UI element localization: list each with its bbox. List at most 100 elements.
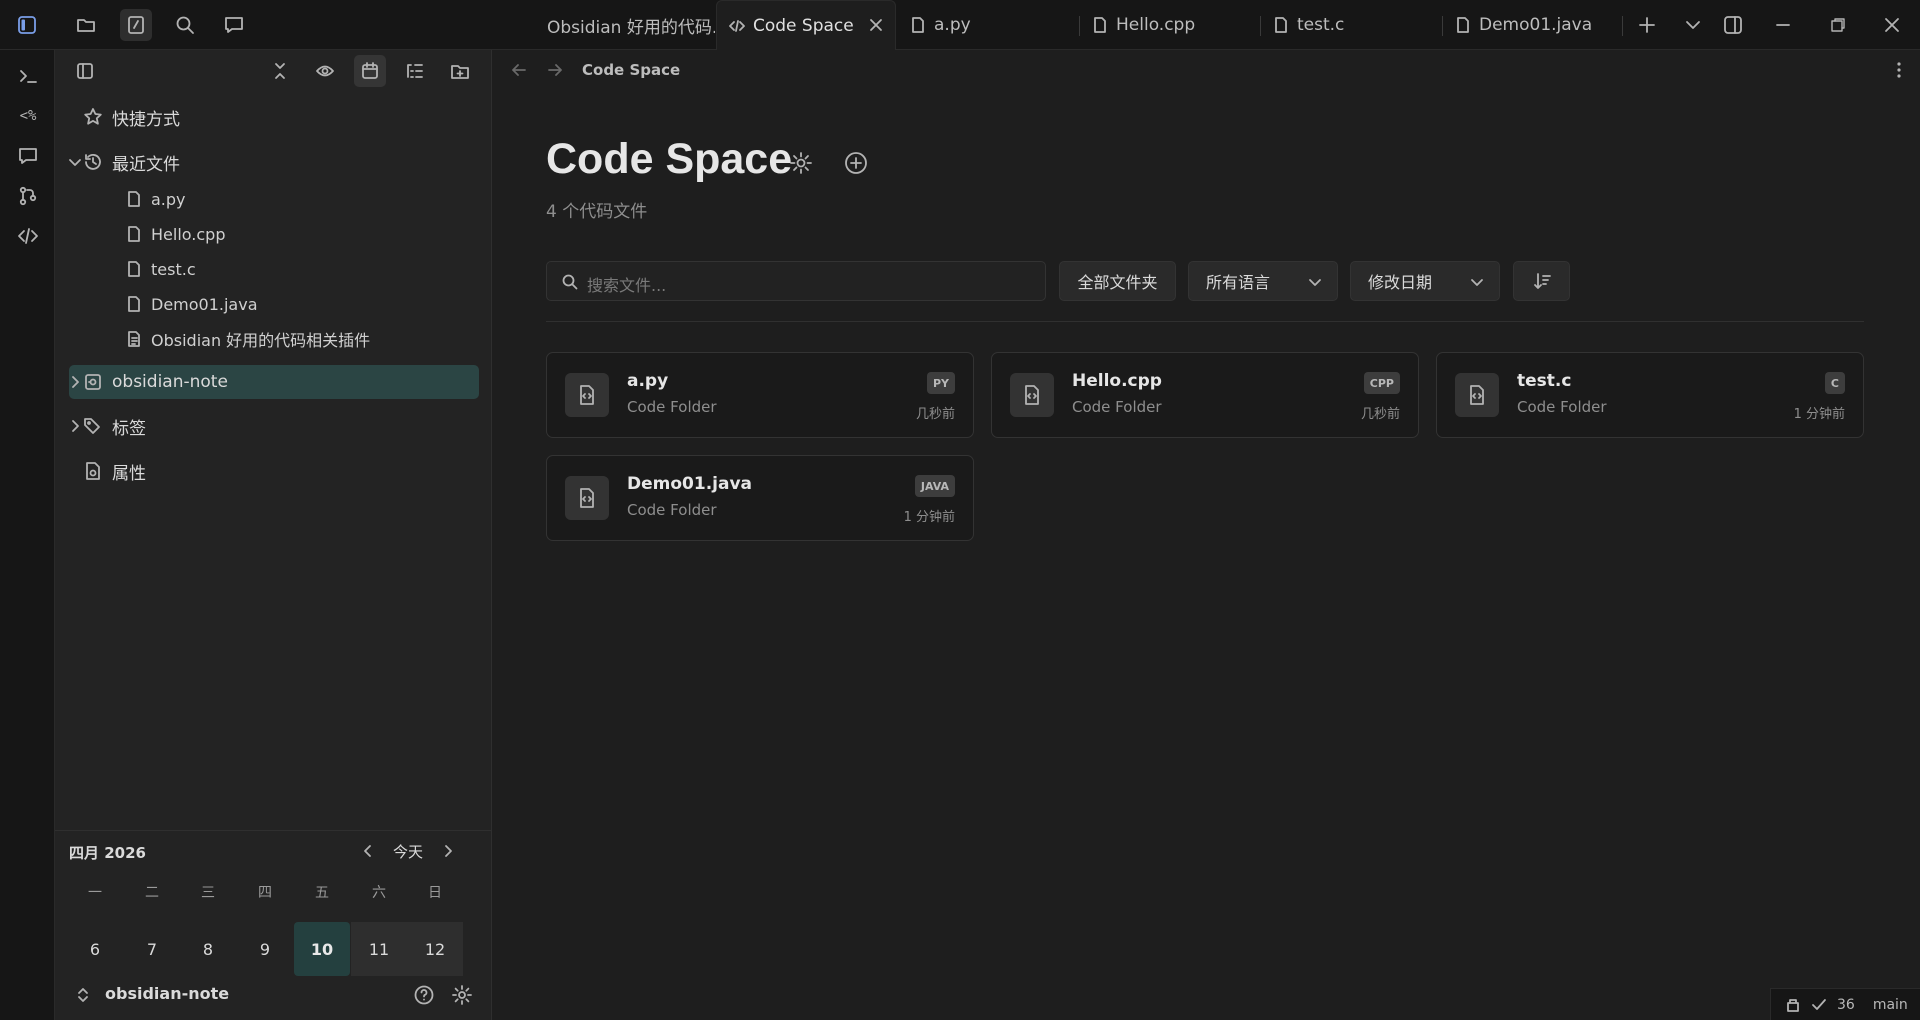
calendar-day[interactable]: 12 [407, 922, 463, 976]
history-icon [85, 154, 101, 170]
card-folder: Code Folder [1072, 398, 1162, 416]
tab-label: test.c [1297, 15, 1345, 35]
code-file-card[interactable]: a.py Code Folder PY 几秒前 [546, 352, 974, 438]
sidebar-toggle-icon[interactable] [11, 9, 43, 41]
back-arrow-icon[interactable] [510, 61, 528, 79]
chevron-right-icon [72, 376, 79, 388]
tab-demo01-java[interactable]: Demo01.java [1443, 0, 1623, 50]
sync-icon[interactable] [1785, 997, 1801, 1013]
card-modified-time: 几秒前 [1360, 407, 1400, 422]
tab-code-space[interactable]: Code Space [716, 0, 896, 50]
code-file-icon [1010, 373, 1054, 417]
new-tab-icon[interactable] [1631, 9, 1663, 41]
help-icon[interactable] [413, 984, 435, 1006]
tree-item-recent[interactable]: 最近文件 [69, 145, 479, 179]
recent-file-item[interactable]: Obsidian 好用的代码相关插件 [125, 324, 370, 354]
card-modified-time: 1 分钟前 [903, 510, 955, 525]
tags-icon [84, 418, 100, 434]
card-file-name: a.py [627, 371, 669, 391]
more-options-icon[interactable] [1891, 60, 1907, 80]
code-file-icon [565, 373, 609, 417]
tree-item-properties[interactable]: 属性 [69, 454, 479, 488]
status-bar: 36 main [1770, 988, 1920, 1020]
chevron-updown-icon[interactable] [75, 987, 91, 1003]
vault-name[interactable]: obsidian-note [105, 984, 229, 1003]
search-field[interactable]: 搜索文件... [546, 261, 1046, 301]
calendar-weekday: 一 [88, 885, 102, 901]
restore-icon[interactable] [1822, 9, 1854, 41]
code-file-card[interactable]: Demo01.java Code Folder JAVA 1 分钟前 [546, 455, 974, 541]
chevron-down-icon[interactable] [1677, 9, 1709, 41]
tree-item-tags[interactable]: 标签 [69, 409, 479, 443]
recent-file-item[interactable]: a.py [125, 184, 186, 214]
comment-icon[interactable] [12, 140, 44, 172]
tree-item-vault[interactable]: obsidian-note [69, 365, 479, 399]
code-file-card[interactable]: test.c Code Folder C 1 分钟前 [1436, 352, 1864, 438]
folder-icon[interactable] [70, 9, 102, 41]
file-icon [128, 226, 140, 242]
sort-by-select[interactable]: 修改日期 [1350, 261, 1500, 301]
new-folder-icon[interactable] [444, 55, 476, 87]
file-icon [128, 261, 140, 277]
calendar-weekday: 日 [428, 885, 442, 901]
outline-icon[interactable] [399, 55, 431, 87]
left-sidebar: 快捷方式 最近文件 a.py Hello.cpp test.c Demo01.j… [55, 50, 492, 1020]
tab-hello-cpp[interactable]: Hello.cpp [1080, 0, 1260, 50]
calendar-day[interactable]: 11 [351, 922, 407, 976]
add-circle-icon[interactable] [843, 150, 869, 176]
ribbon: <% [0, 50, 55, 1020]
templater-icon[interactable]: <% [12, 100, 44, 132]
calendar-next-button[interactable] [437, 840, 459, 862]
calendar-day[interactable]: 8 [180, 922, 236, 976]
chevron-right-icon [72, 420, 79, 432]
window-close-icon[interactable] [1876, 9, 1908, 41]
calendar-day-today[interactable]: 10 [294, 922, 350, 976]
star-icon [84, 108, 102, 125]
git-branch[interactable]: main [1873, 997, 1908, 1013]
tab-a-py[interactable]: a.py [898, 0, 1078, 50]
calendar-today-button[interactable]: 今天 [388, 840, 428, 862]
recent-file-item[interactable]: Demo01.java [125, 289, 258, 319]
tree-item-shortcuts[interactable]: 快捷方式 [69, 100, 479, 134]
calendar-prev-button[interactable] [357, 840, 379, 862]
sidebar-layout-icon[interactable] [69, 55, 101, 87]
recent-file-item[interactable]: test.c [125, 254, 196, 284]
right-sidebar-toggle-icon[interactable] [1717, 9, 1749, 41]
file-label: Hello.cpp [151, 224, 226, 244]
minimize-icon[interactable] [1767, 9, 1799, 41]
collapse-all-icon[interactable] [264, 55, 296, 87]
language-filter-label: 所有语言 [1206, 273, 1271, 292]
chevron-right-icon [445, 845, 452, 857]
settings-icon[interactable] [451, 984, 473, 1006]
properties-icon [86, 462, 100, 480]
sort-direction-button[interactable] [1513, 261, 1570, 301]
chat-icon[interactable] [218, 9, 250, 41]
sort-descending-icon [1533, 273, 1551, 289]
main-view: Code Space Code Space 4 个代码文件 搜索文件... 全部… [493, 50, 1920, 1020]
language-filter-select[interactable]: 所有语言 [1188, 261, 1338, 301]
tab-test-c[interactable]: test.c [1261, 0, 1441, 50]
note-icon [128, 331, 140, 347]
eye-icon[interactable] [309, 55, 341, 87]
code-icon[interactable] [12, 220, 44, 252]
folder-filter-button[interactable]: 全部文件夹 [1059, 261, 1176, 301]
search-icon[interactable] [169, 9, 201, 41]
git-icon[interactable] [12, 180, 44, 212]
bookmark-icon[interactable] [120, 9, 152, 41]
calendar-weekday: 二 [145, 885, 159, 901]
code-file-card[interactable]: Hello.cpp Code Folder CPP 几秒前 [991, 352, 1419, 438]
calendar-day[interactable]: 7 [124, 922, 180, 976]
tab-obsidian-plugins[interactable]: Obsidian 好用的代码... [535, 0, 715, 50]
code-icon [729, 19, 745, 32]
divider [546, 321, 1864, 322]
calendar-icon[interactable] [354, 55, 386, 87]
close-icon[interactable] [867, 16, 885, 34]
calendar-day[interactable]: 6 [67, 922, 123, 976]
recent-file-item[interactable]: Hello.cpp [125, 219, 225, 249]
settings-icon[interactable] [788, 150, 814, 176]
breadcrumb: Code Space [582, 61, 681, 79]
calendar-day[interactable]: 9 [237, 922, 293, 976]
terminal-icon[interactable] [12, 60, 44, 92]
forward-arrow-icon[interactable] [546, 61, 564, 79]
card-modified-time: 几秒前 [915, 407, 955, 422]
